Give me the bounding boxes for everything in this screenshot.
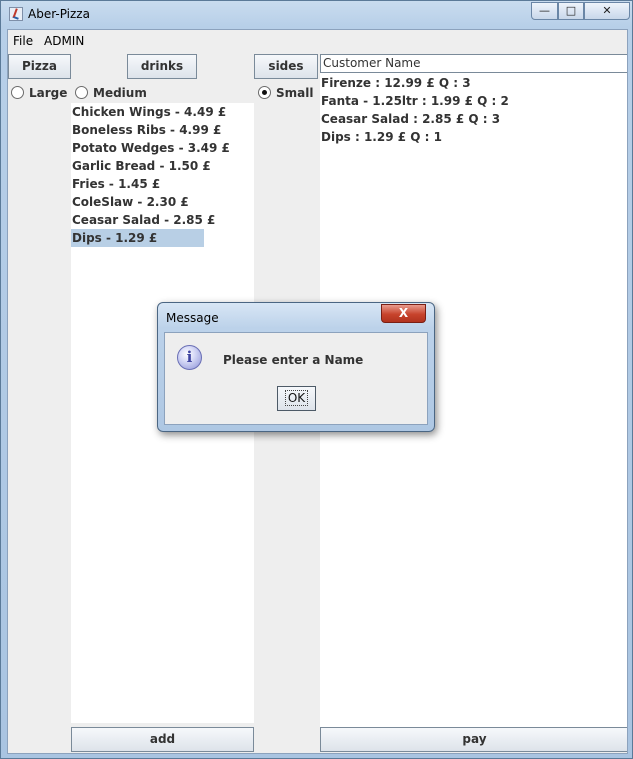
list-item-selected[interactable]: Dips - 1.29 £ — [71, 229, 204, 247]
size-medium-radio[interactable]: Medium — [75, 86, 147, 100]
customer-name-field[interactable]: Customer Name — [320, 54, 627, 73]
menu-file[interactable]: File — [13, 34, 33, 48]
dialog-close-button[interactable]: X — [381, 304, 426, 323]
list-item[interactable]: Potato Wedges - 3.49 £ — [71, 139, 230, 157]
title-bar[interactable]: Aber-Pizza — □ ✕ — [1, 1, 633, 29]
order-line[interactable]: Ceasar Salad : 2.85 £ Q : 3 — [321, 110, 500, 128]
pizza-button[interactable]: Pizza — [8, 54, 71, 79]
order-line[interactable]: Dips : 1.29 £ Q : 1 — [321, 128, 442, 146]
ok-label: OK — [284, 390, 309, 406]
order-line[interactable]: Firenze : 12.99 £ Q : 3 — [321, 74, 471, 92]
info-icon: i — [177, 345, 202, 370]
maximize-button[interactable]: □ — [558, 2, 584, 20]
size-large-radio[interactable]: Large — [11, 86, 67, 100]
dialog-body: i Please enter a Name OK — [164, 332, 428, 425]
minimize-button[interactable]: — — [531, 2, 558, 20]
menu-admin[interactable]: ADMIN — [44, 34, 84, 48]
size-small-radio[interactable]: Small — [258, 86, 313, 100]
radio-circle-icon — [75, 86, 88, 99]
message-dialog: Message X i Please enter a Name OK — [157, 302, 435, 432]
radio-selected-icon — [258, 86, 271, 99]
order-line[interactable]: Fanta - 1.25ltr : 1.99 £ Q : 2 — [321, 92, 509, 110]
window-title: Aber-Pizza — [28, 7, 90, 21]
list-item[interactable]: Fries - 1.45 £ — [71, 175, 160, 193]
drinks-button[interactable]: drinks — [127, 54, 197, 79]
list-item[interactable]: Chicken Wings - 4.49 £ — [71, 103, 226, 121]
pay-button[interactable]: pay — [320, 727, 627, 752]
list-item[interactable]: Ceasar Salad - 2.85 £ — [71, 211, 215, 229]
sides-button[interactable]: sides — [254, 54, 318, 79]
ok-button[interactable]: OK — [277, 386, 316, 411]
list-item[interactable]: ColeSlaw - 2.30 £ — [71, 193, 189, 211]
menu-bar: File ADMIN — [8, 30, 627, 52]
list-item[interactable]: Garlic Bread - 1.50 £ — [71, 157, 211, 175]
dialog-message: Please enter a Name — [223, 353, 364, 367]
add-button[interactable]: add — [71, 727, 254, 752]
dialog-title: Message — [166, 311, 219, 325]
radio-circle-icon — [11, 86, 24, 99]
java-app-icon — [9, 7, 23, 21]
list-item[interactable]: Boneless Ribs - 4.99 £ — [71, 121, 221, 139]
close-window-button[interactable]: ✕ — [584, 2, 630, 20]
